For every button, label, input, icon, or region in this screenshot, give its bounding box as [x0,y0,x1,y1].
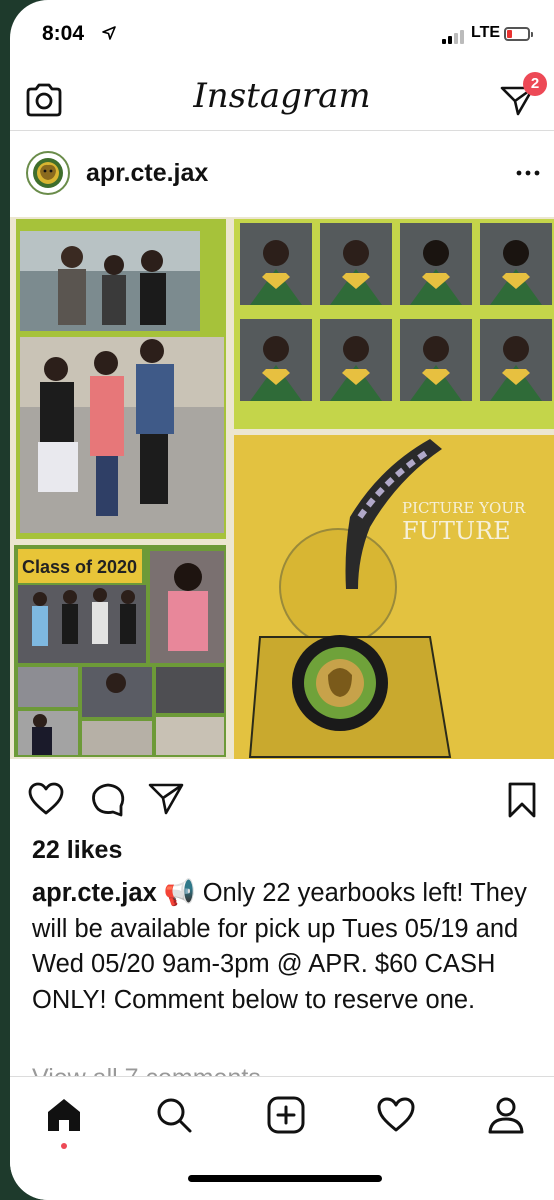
phone-screen: 8:04 LTE Instagram 2 apr.cte.jax Class o… [10,0,554,1200]
app-title: Instagram [193,76,371,116]
status-time: 8:04 [42,22,85,45]
heart-icon[interactable] [28,782,64,816]
signal-icon [442,28,466,44]
caption-username[interactable]: apr.cte.jax [32,879,157,907]
post-header: apr.cte.jax [10,131,554,217]
network-label: LTE [471,24,501,41]
home-icon[interactable] [44,1095,84,1135]
tab-bar [10,1076,554,1200]
avatar[interactable] [26,151,70,195]
cover-text-line1: PICTURE YOUR [402,499,526,517]
view-comments-link[interactable]: View all 7 comments [32,1060,261,1076]
post-actions [10,770,554,830]
paper-plane-icon[interactable] [148,782,184,816]
class-banner-text: Class of 2020 [22,557,137,577]
direct-badge: 2 [523,72,547,96]
cover-text-line2: FUTURE [402,517,511,545]
new-post-icon[interactable] [266,1095,306,1135]
post-caption: apr.cte.jax 📢 Only 22 yearbooks left! Th… [32,876,542,1018]
search-icon[interactable] [154,1095,194,1135]
profile-icon[interactable] [486,1095,526,1135]
bookmark-icon[interactable] [507,782,537,818]
megaphone-emoji: 📢 [163,879,196,907]
comment-icon[interactable] [90,782,126,818]
status-bar: 8:04 LTE [10,0,554,68]
activity-heart-icon[interactable] [376,1095,416,1135]
jaguar-logo-icon [29,154,67,192]
home-active-dot [61,1143,67,1149]
battery-icon [504,27,533,41]
more-horizontal-icon[interactable] [516,169,540,177]
home-indicator [188,1175,382,1182]
post-image[interactable]: Class of 2020 PICTURE YOUR FUTURE [10,217,554,759]
app-header: Instagram 2 [10,68,554,131]
likes-count[interactable]: 22 likes [32,836,122,865]
yearbook-collage: Class of 2020 PICTURE YOUR FUTURE [10,217,554,759]
location-arrow-icon [102,26,116,40]
post-username[interactable]: apr.cte.jax [86,159,208,188]
